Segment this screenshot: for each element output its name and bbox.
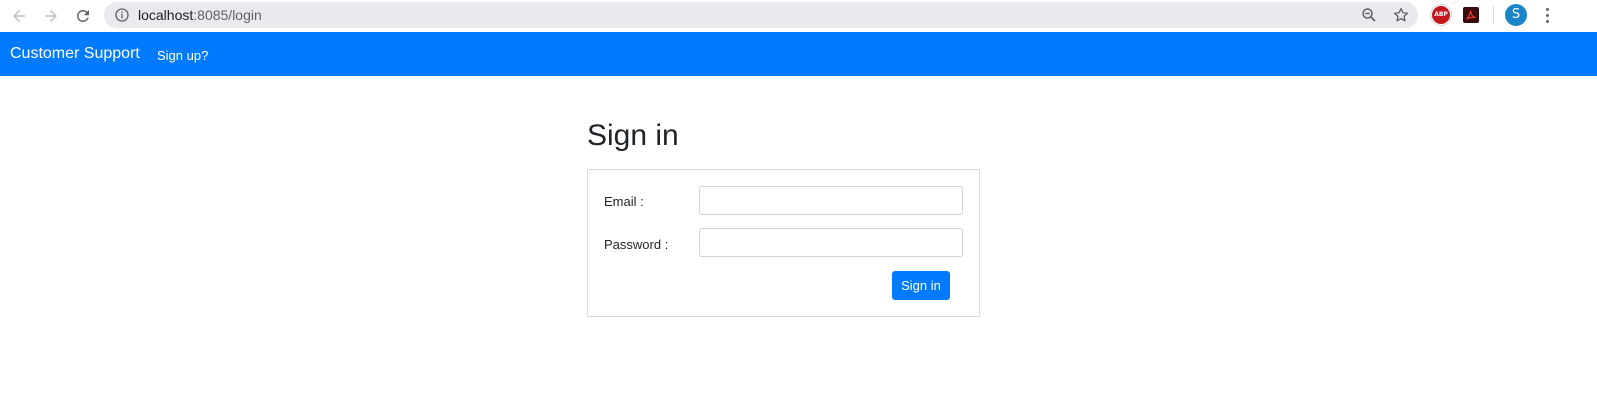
reload-button[interactable] — [70, 3, 96, 29]
bookmark-star-icon[interactable] — [1392, 6, 1410, 24]
sign-in-button[interactable]: Sign in — [892, 271, 950, 300]
info-icon[interactable] — [114, 7, 130, 23]
pdf-extension-button[interactable] — [1460, 4, 1482, 26]
profile-avatar[interactable]: S — [1505, 4, 1527, 26]
password-label: Password : — [604, 237, 669, 252]
url-host: localhost — [138, 7, 194, 23]
login-form-card: Email : Password : Sign in — [587, 169, 980, 317]
zoom-out-icon[interactable] — [1360, 6, 1378, 24]
abp-icon: ABP — [1432, 6, 1450, 24]
address-bar[interactable]: localhost:8085/login — [104, 2, 1418, 28]
email-field[interactable] — [699, 186, 963, 215]
toolbar-divider — [1493, 6, 1494, 24]
browser-menu-icon[interactable] — [1540, 5, 1554, 25]
arrow-left-icon — [13, 10, 25, 22]
email-label: Email : — [604, 194, 644, 209]
password-field[interactable] — [699, 228, 963, 257]
app-navbar: Customer Support Sign up? — [0, 32, 1597, 76]
arrow-right-icon — [45, 10, 57, 22]
signup-link[interactable]: Sign up? — [157, 48, 208, 64]
browser-toolbar: localhost:8085/login ABP S — [0, 0, 1597, 32]
acrobat-icon — [1463, 7, 1479, 23]
brand-link[interactable]: Customer Support — [10, 45, 140, 63]
back-button[interactable] — [6, 3, 32, 29]
url-text: localhost:8085/login — [138, 7, 262, 23]
page-title: Sign in — [587, 119, 679, 152]
url-path: :8085/login — [193, 7, 262, 23]
forward-button[interactable] — [38, 3, 64, 29]
reload-icon — [76, 9, 89, 22]
adblock-extension-button[interactable]: ABP — [1430, 4, 1452, 26]
